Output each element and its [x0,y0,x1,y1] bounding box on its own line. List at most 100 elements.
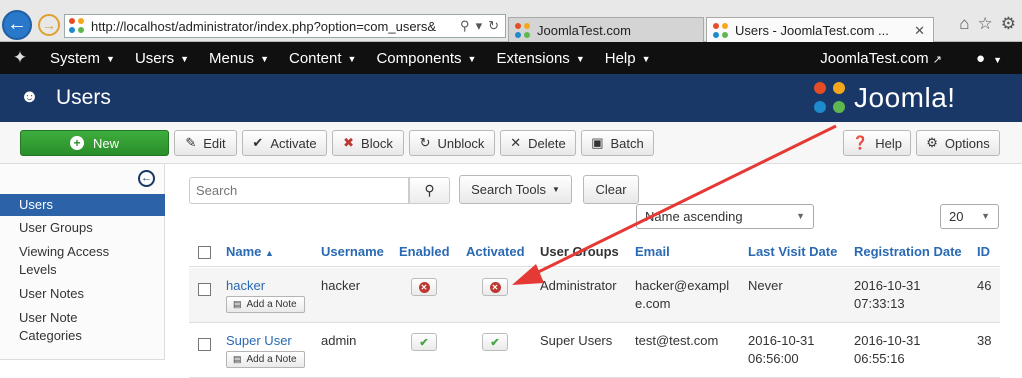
user-groups: Administrator [540,278,617,293]
sidebar: ← Users User Groups Viewing Access Level… [0,164,165,360]
gear-icon: ⚙ [926,135,938,150]
column-username[interactable]: Username [321,244,384,259]
check-icon: ✔ [490,336,500,349]
delete-icon: ✕ [510,135,522,150]
menu-extensions[interactable]: Extensions ▼ [486,50,594,67]
star-icon[interactable]: ☆ [978,14,993,34]
blocked-icon: ✕ [418,281,430,293]
menu-menus[interactable]: Menus ▼ [199,50,279,67]
back-arrow-icon[interactable]: ← [2,10,32,40]
column-activated[interactable]: Activated [466,244,525,259]
search-icon[interactable]: ⚲ [460,18,470,34]
email: test@test.com [635,333,719,348]
select-all-checkbox[interactable] [198,246,211,259]
sidebar-toggle-icon[interactable]: ← [138,170,155,187]
sidebar-item-user-groups[interactable]: User Groups [0,219,165,237]
browser-toolbar: ← → http://localhost/administrator/index… [0,0,1022,43]
admin-menu-bar: ✦ System ▼ Users ▼ Menus ▼ Content ▼ Compone… [0,42,1022,74]
username: admin [321,333,357,348]
chevron-down-icon: ▼ [981,211,990,221]
close-icon[interactable]: ✕ [914,23,925,39]
new-button[interactable]: + New [20,130,169,156]
forward-arrow-icon[interactable]: → [38,14,60,36]
check-icon: ✔ [419,336,429,349]
sidebar-item-viewing-access-levels[interactable]: Viewing Access Levels [0,243,120,279]
user-groups: Super Users [540,333,613,348]
dropdown-icon[interactable]: ▾ [476,18,483,34]
options-button[interactable]: ⚙ Options [916,130,1000,156]
clear-button[interactable]: Clear [583,175,639,204]
batch-button[interactable]: ▣ Batch [581,130,654,156]
column-registration[interactable]: Registration Date [854,244,962,259]
url-text[interactable]: http://localhost/administrator/index.php… [91,19,454,34]
menu-help[interactable]: Help ▼ [595,50,661,67]
joomla-favicon-icon [69,18,85,34]
block-icon: ✖ [343,135,355,150]
column-email[interactable]: Email [635,244,670,259]
row-checkbox[interactable] [198,283,211,296]
tab-title: JoomlaTest.com [537,23,631,38]
username: hacker [321,278,361,293]
sidebar-item-users[interactable]: Users [0,194,165,216]
table-row: hacker ▤ Add a Note hacker ✕ ✕ Administra… [189,268,1000,323]
registration-date: 2016-10-31 06:55:16 [854,333,921,366]
site-link[interactable]: JoomlaTest.com ↗ [820,50,942,67]
column-id[interactable]: ID [977,244,990,259]
user-id: 46 [977,278,992,293]
enabled-toggle-button[interactable]: ✔ [411,333,437,351]
external-link-icon: ↗ [932,53,943,66]
menu-components[interactable]: Components ▼ [366,50,486,67]
user-name-link[interactable]: Super User [226,332,292,350]
delete-button[interactable]: ✕ Delete [500,130,576,156]
browser-tab[interactable]: JoomlaTest.com [508,17,704,43]
table-row: Super User ▤ Add a Note admin ✔ ✔ Super U… [189,324,1000,378]
menu-system[interactable]: System ▼ [40,50,125,67]
sidebar-item-user-notes[interactable]: User Notes [0,285,165,303]
unblock-button[interactable]: ↻ Unblock [409,130,495,156]
browser-tab-active[interactable]: Users - JoomlaTest.com ... ✕ [706,17,934,43]
home-icon[interactable]: ⌂ [959,14,969,34]
table-header: Name ▲ Username Enabled Activated User G… [189,235,1000,267]
refresh-icon[interactable]: ↻ [488,18,499,34]
help-button[interactable]: ❓ Help [843,130,911,156]
joomla-logo-icon[interactable]: ✦ [0,48,40,68]
batch-icon: ▣ [591,135,604,150]
joomla-favicon-icon [515,22,531,39]
user-name-link[interactable]: hacker [226,277,265,295]
search-button[interactable]: ⚲ [409,177,450,204]
column-user-groups: User Groups [540,244,619,259]
search-input[interactable] [189,177,409,204]
row-checkbox[interactable] [198,338,211,351]
joomla-logo-icon [812,80,848,116]
column-last-visit[interactable]: Last Visit Date [748,244,837,259]
email: hacker@exampl e.com [635,278,730,311]
column-name[interactable]: Name ▲ [226,244,274,259]
add-note-button[interactable]: ▤ Add a Note [226,296,305,313]
menu-users[interactable]: Users ▼ [125,50,199,67]
edit-icon: ✎ [185,135,197,150]
menu-content[interactable]: Content ▼ [279,50,366,67]
not-activated-icon: ✕ [489,281,501,293]
plus-icon: + [69,136,84,150]
block-button[interactable]: ✖ Block [332,130,404,156]
user-icon: ☻ [20,86,39,106]
brand-name: Joomla! [854,82,956,113]
limit-select[interactable]: 20 ▼ [940,204,999,229]
address-bar[interactable]: http://localhost/administrator/index.php… [64,14,506,38]
user-menu-icon[interactable]: ● ▼ [976,50,1002,67]
add-note-button[interactable]: ▤ Add a Note [226,351,305,368]
note-card-icon: ▤ [233,299,242,309]
note-card-icon: ▤ [233,354,242,364]
page-title: Users [56,86,111,109]
ordering-select[interactable]: Name ascending ▼ [636,204,814,229]
activated-toggle-button[interactable]: ✕ [482,278,508,296]
activated-toggle-button[interactable]: ✔ [482,333,508,351]
enabled-toggle-button[interactable]: ✕ [411,278,437,296]
sidebar-item-user-note-categories[interactable]: User Note Categories [0,309,110,345]
column-enabled[interactable]: Enabled [399,244,450,259]
edit-button[interactable]: ✎ Edit [174,130,237,156]
activate-button[interactable]: ✔ Activate [242,130,327,156]
joomla-brand-logo: Joomla! [812,80,956,116]
search-tools-button[interactable]: Search Tools ▼ [459,175,572,204]
gear-icon[interactable]: ⚙ [1001,14,1016,34]
